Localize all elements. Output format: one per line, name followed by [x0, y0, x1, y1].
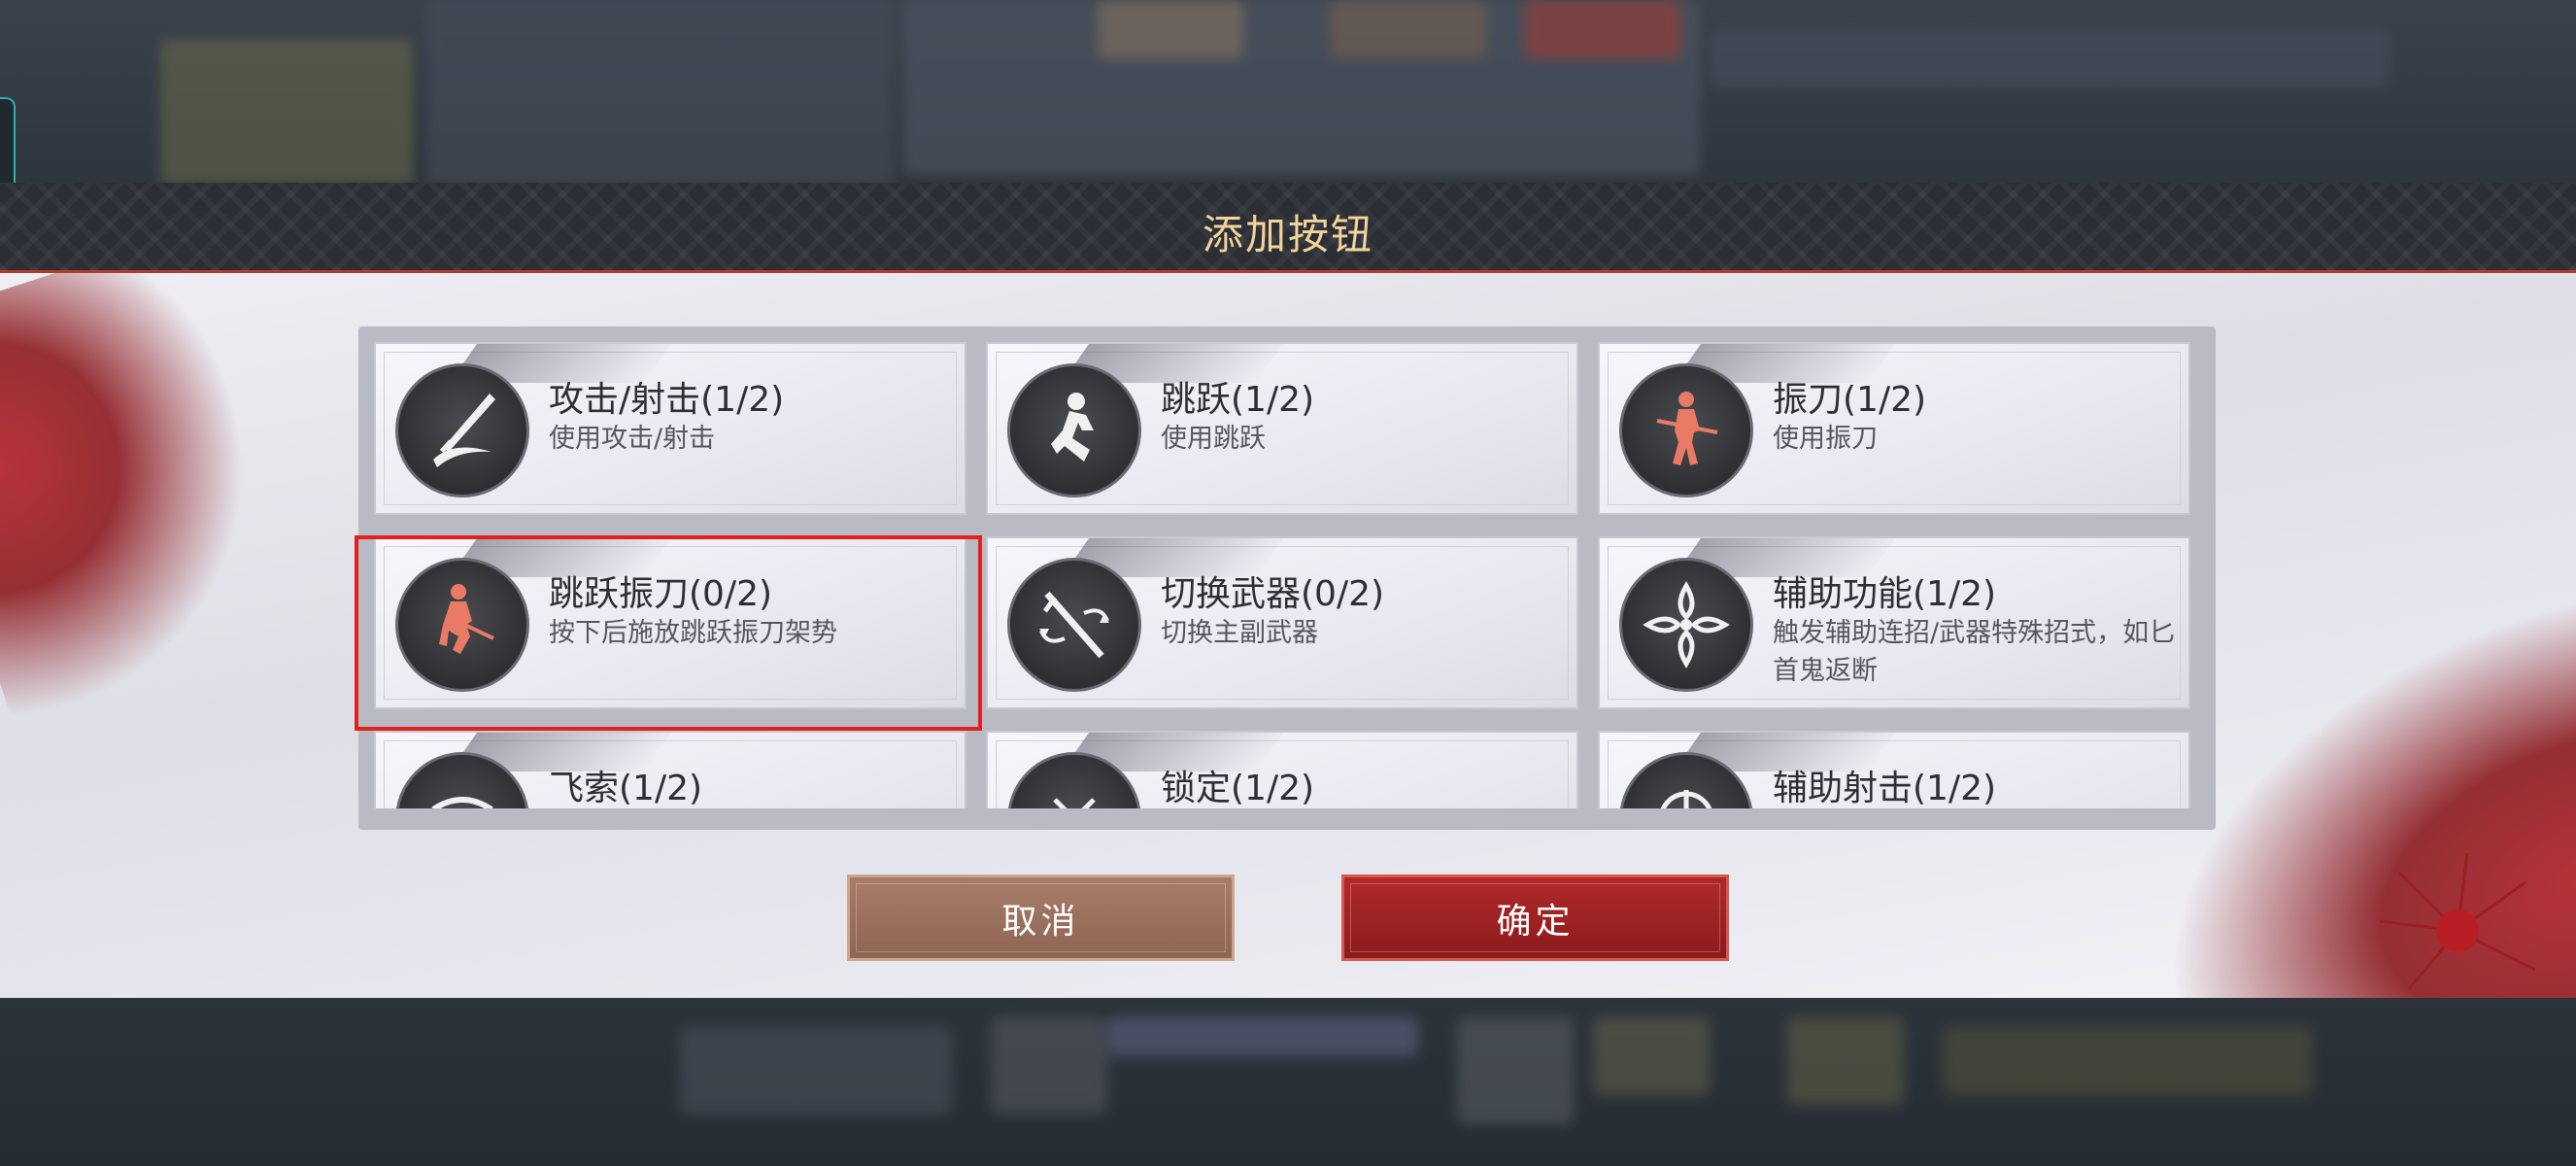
cancel-button[interactable]: 取消	[847, 874, 1235, 961]
card-title: 切换武器(0/2)	[1161, 574, 1385, 614]
option-card-grapple[interactable]: 飞索(1/2)	[374, 731, 966, 808]
card-title: 攻击/射击(1/2)	[549, 380, 785, 420]
jump-figure-icon	[1007, 363, 1141, 497]
option-card-jump[interactable]: 跳跃(1/2) 使用跳跃	[986, 342, 1578, 515]
swap-weapon-icon	[1007, 558, 1141, 692]
card-title: 辅助功能(1/2)	[1773, 574, 1997, 614]
sword-slash-icon	[395, 363, 529, 497]
parry-figure-icon	[1619, 363, 1753, 497]
card-title: 飞索(1/2)	[549, 769, 703, 808]
dialog-title-bar: 添加按钮	[0, 183, 2576, 273]
option-card-parry[interactable]: 振刀(1/2) 使用振刀	[1598, 342, 2190, 515]
dialog-title: 添加按钮	[1202, 211, 1373, 258]
card-desc: 触发辅助连招/武器特殊招式，如匕首鬼返断	[1773, 618, 2176, 686]
option-card-lock-on[interactable]: 锁定(1/2)	[986, 731, 1578, 808]
selection-highlight	[355, 535, 982, 731]
card-title: 辅助射击(1/2)	[1773, 769, 1997, 808]
card-title: 振刀(1/2)	[1773, 380, 1927, 420]
card-desc: 使用攻击/射击	[549, 424, 716, 454]
card-title: 跳跃(1/2)	[1161, 380, 1315, 420]
option-card-switch-weapon[interactable]: 切换武器(0/2) 切换主副武器	[986, 536, 1578, 709]
red-brush-decoration	[0, 232, 310, 726]
card-desc: 使用跳跃	[1161, 424, 1266, 454]
spider-lily-decoration	[2379, 852, 2536, 990]
background-top	[0, 0, 2576, 185]
flower-emblem-icon	[1619, 558, 1753, 692]
card-desc: 切换主副武器	[1161, 618, 1318, 648]
card-title: 锁定(1/2)	[1161, 769, 1315, 808]
option-card-aim-assist[interactable]: 辅助射击(1/2)	[1598, 731, 2190, 808]
option-card-attack[interactable]: 攻击/射击(1/2) 使用攻击/射击	[374, 342, 966, 515]
card-desc: 使用振刀	[1773, 424, 1878, 454]
option-card-assist[interactable]: 辅助功能(1/2) 触发辅助连招/武器特殊招式，如匕首鬼返断	[1598, 536, 2190, 709]
background-bottom	[0, 998, 2576, 1166]
confirm-button[interactable]: 确定	[1341, 874, 1729, 961]
